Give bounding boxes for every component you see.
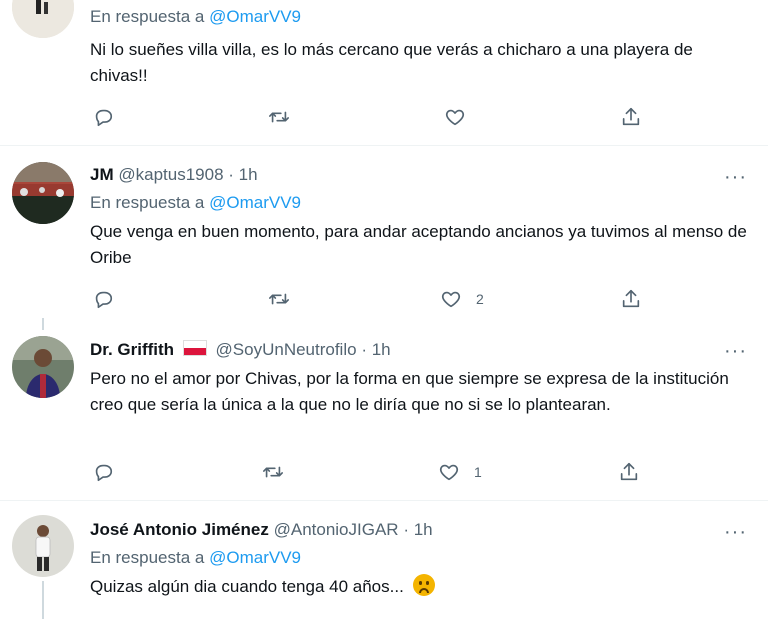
- tweet-1[interactable]: En respuesta a @OmarVV9 Ni lo sueñes vil…: [0, 0, 768, 145]
- share-icon: [622, 289, 640, 308]
- heart-icon: [441, 291, 461, 308]
- heart-icon: [439, 464, 459, 481]
- tweet-2[interactable]: JM @kaptus1908 · 1h ··· En respuesta a @…: [0, 146, 768, 315]
- share-button[interactable]: [620, 102, 642, 132]
- tweet-text: Pero no el amor por Chivas, por la forma…: [90, 369, 729, 414]
- tweet-text-row: Quizas algún dia cuando tenga 40 años...: [90, 574, 750, 600]
- retweet-icon: [269, 111, 289, 123]
- action-bar: [90, 102, 690, 132]
- reply-mention-link[interactable]: @OmarVV9: [209, 193, 301, 212]
- avatar[interactable]: [12, 515, 74, 577]
- action-bar: 2: [90, 284, 690, 314]
- tweet-text: Ni lo sueñes villa villa, es lo más cerc…: [90, 40, 693, 85]
- like-count: 1: [474, 464, 482, 480]
- separator-dot: ·: [228, 165, 234, 184]
- reply-icon: [95, 291, 113, 309]
- timestamp[interactable]: 1h: [239, 165, 258, 184]
- display-name[interactable]: JM: [90, 165, 114, 184]
- reply-button[interactable]: [92, 457, 128, 487]
- like-button[interactable]: [444, 102, 480, 132]
- reply-context: En respuesta a @OmarVV9: [90, 6, 301, 28]
- sad-face-emoji-icon: [412, 574, 435, 596]
- share-icon: [622, 107, 640, 126]
- retweet-button[interactable]: [262, 457, 298, 487]
- like-count: 2: [476, 291, 484, 307]
- reply-icon: [95, 464, 113, 482]
- retweet-icon: [263, 466, 283, 478]
- reply-prefix: En respuesta a: [90, 7, 205, 26]
- reply-mention-link[interactable]: @OmarVV9: [209, 548, 301, 567]
- more-icon[interactable]: ···: [724, 341, 747, 361]
- separator-dot: ·: [403, 520, 409, 539]
- tweet-header: JM @kaptus1908 · 1h: [90, 164, 258, 186]
- retweet-button[interactable]: [268, 102, 304, 132]
- user-handle[interactable]: @SoyUnNeutrofilo: [216, 340, 357, 359]
- reply-icon: [95, 109, 113, 127]
- reply-prefix: En respuesta a: [90, 548, 205, 567]
- share-button[interactable]: [618, 457, 640, 487]
- tweet-4[interactable]: José Antonio Jiménez @AntonioJIGAR · 1h …: [0, 501, 768, 619]
- like-button[interactable]: 1: [438, 457, 482, 487]
- separator-dot: ·: [361, 340, 367, 359]
- display-name[interactable]: José Antonio Jiménez: [90, 520, 269, 539]
- timestamp[interactable]: 1h: [414, 520, 433, 539]
- action-bar: 1: [90, 457, 690, 487]
- poland-flag-icon: [182, 340, 207, 356]
- reply-button[interactable]: [92, 284, 128, 314]
- tweet-header: José Antonio Jiménez @AntonioJIGAR · 1h: [90, 519, 433, 541]
- more-icon[interactable]: ···: [724, 522, 747, 542]
- avatar[interactable]: [12, 336, 74, 398]
- retweet-button[interactable]: [268, 284, 304, 314]
- heart-icon: [445, 109, 465, 126]
- share-icon: [620, 462, 638, 481]
- display-name[interactable]: Dr. Griffith: [90, 340, 174, 359]
- share-button[interactable]: [620, 284, 642, 314]
- more-icon[interactable]: ···: [724, 167, 747, 187]
- tweet-3[interactable]: Dr. Griffith @SoyUnNeutrofilo · 1h ··· P…: [0, 316, 768, 500]
- avatar[interactable]: [12, 162, 74, 224]
- timestamp[interactable]: 1h: [372, 340, 391, 359]
- retweet-icon: [269, 293, 289, 305]
- reply-prefix: En respuesta a: [90, 193, 205, 212]
- tweet-text: Quizas algún dia cuando tenga 40 años...: [90, 577, 404, 596]
- thread-line: [42, 581, 44, 619]
- reply-mention-link[interactable]: @OmarVV9: [209, 7, 301, 26]
- like-button[interactable]: 2: [440, 284, 484, 314]
- tweet-header: Dr. Griffith @SoyUnNeutrofilo · 1h: [90, 339, 391, 361]
- reply-button[interactable]: [92, 102, 128, 132]
- reply-context: En respuesta a @OmarVV9: [90, 192, 301, 214]
- user-handle[interactable]: @kaptus1908: [118, 165, 223, 184]
- avatar[interactable]: [12, 0, 74, 38]
- tweet-text: Que venga en buen momento, para andar ac…: [90, 222, 747, 267]
- user-handle[interactable]: @AntonioJIGAR: [274, 520, 399, 539]
- reply-context: En respuesta a @OmarVV9: [90, 547, 301, 569]
